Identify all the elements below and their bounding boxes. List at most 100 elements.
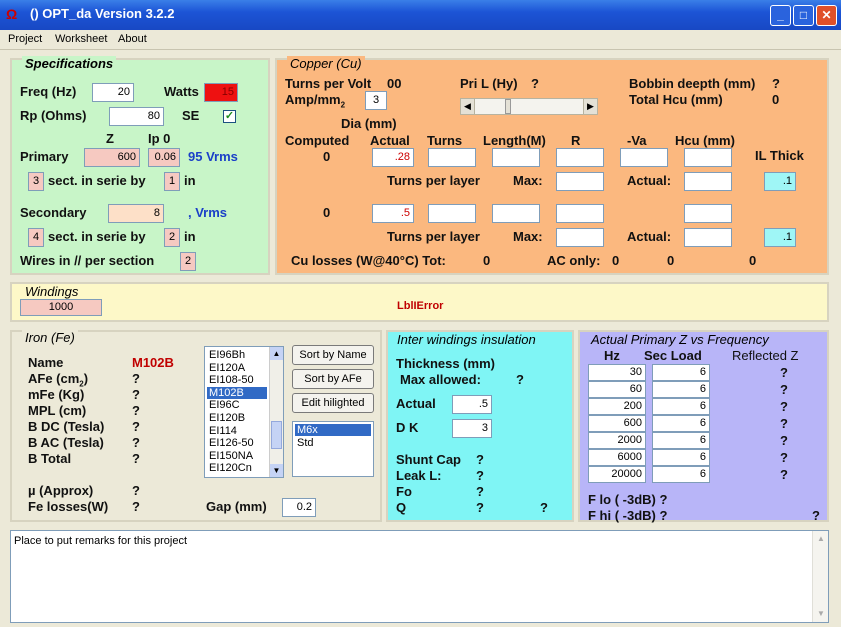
mu-value: ? — [132, 483, 140, 498]
freq-sec-load-input[interactable]: 6 — [652, 364, 710, 381]
gap-input[interactable]: 0.2 — [282, 498, 316, 517]
shunt-cap-value: ? — [476, 452, 484, 467]
row1-va-field — [620, 148, 668, 167]
freq-sec-load-input[interactable]: 6 — [652, 432, 710, 449]
shunt-cap-label: Shunt Cap — [396, 452, 461, 467]
row2-r-field — [556, 204, 604, 223]
core-list-item[interactable]: EI96C — [207, 399, 267, 411]
primary-vrms: 95 Vrms — [188, 149, 238, 164]
wires-input[interactable]: 2 — [180, 252, 196, 271]
primary-sect-text: sect. in serie by — [48, 173, 146, 188]
f-hi-label: F hi ( -3dB) ? — [588, 508, 668, 523]
pri-l-label: Pri L (Hy) — [460, 76, 518, 91]
freq-hz-input[interactable]: 2000 — [588, 432, 646, 449]
core-list-item[interactable]: EI150NA — [207, 450, 267, 462]
scroll-up-arrow[interactable]: ▲ — [270, 347, 283, 360]
freq-hz-input[interactable]: 6000 — [588, 449, 646, 466]
core-list-item[interactable]: EI108-50 — [207, 374, 267, 386]
secondary-z-input[interactable]: 8 — [108, 204, 164, 223]
freq-sec-load-input[interactable]: 6 — [652, 449, 710, 466]
insulation-panel: Inter windings insulation Thickness (mm)… — [386, 330, 574, 522]
primary-in-text: in — [184, 173, 196, 188]
slider-thumb[interactable] — [505, 99, 511, 114]
row2-turns-field — [428, 204, 476, 223]
edit-hilighted-button[interactable]: Edit hilighted — [292, 393, 374, 413]
rp-input[interactable]: 80 — [109, 107, 164, 126]
row2-actual-input[interactable]: .5 — [372, 204, 414, 223]
material-listbox[interactable]: M6x Std — [292, 421, 374, 477]
scroll-thumb[interactable] — [271, 421, 282, 449]
frequency-panel: Actual Primary Z vs Frequency Hz Sec Loa… — [578, 330, 829, 523]
sort-by-afe-button[interactable]: Sort by AFe — [292, 369, 374, 389]
insul-actual-input[interactable]: .5 — [452, 395, 492, 414]
core-listbox[interactable]: EI96Bh EI120A EI108-50 M102B EI96C EI120B EI11… — [204, 346, 284, 478]
minimize-button[interactable]: _ — [770, 5, 791, 26]
freq-sec-load-input[interactable]: 6 — [652, 398, 710, 415]
watts-input[interactable]: 15 — [204, 83, 238, 102]
row2-actual-layer-field — [684, 228, 732, 247]
menu-project[interactable]: Project — [8, 33, 42, 45]
pri-l-slider[interactable]: ◀ ▶ — [460, 98, 598, 115]
remarks-textarea[interactable]: Place to put remarks for this project ▲ … — [10, 530, 829, 623]
dk-input[interactable]: 3 — [452, 419, 492, 438]
scroll-down-arrow[interactable]: ▼ — [270, 464, 283, 477]
freq-hz-input[interactable]: 20000 — [588, 466, 646, 483]
app-icon: Ω — [6, 6, 18, 22]
turns-per-volt-label: Turns per Volt — [285, 76, 372, 91]
slider-right-arrow[interactable]: ▶ — [583, 99, 597, 114]
core-list-item[interactable]: EI96Bh — [207, 349, 267, 361]
core-list-scrollbar[interactable]: ▲ ▼ — [269, 347, 283, 477]
afe-value: ? — [132, 371, 140, 386]
freq-input[interactable]: 20 — [92, 83, 134, 102]
row2-computed: 0 — [323, 205, 331, 220]
row1-il-thick-input[interactable]: .1 — [764, 172, 796, 191]
il-thick-header: IL Thick — [755, 148, 804, 163]
freq-sec-load-input[interactable]: 6 — [652, 381, 710, 398]
remarks-scroll-down[interactable]: ▼ — [814, 607, 828, 621]
z-header: Z — [106, 131, 114, 146]
material-item-std[interactable]: Std — [295, 437, 355, 449]
remarks-scroll-up[interactable]: ▲ — [814, 532, 828, 546]
freq-sec-load-input[interactable]: 6 — [652, 466, 710, 483]
freq-sec-load-input[interactable]: 6 — [652, 415, 710, 432]
max-allowed-value: ? — [516, 372, 524, 387]
freq-reflected-z: ? — [780, 467, 788, 482]
watts-label: Watts — [164, 84, 199, 99]
remarks-text: Place to put remarks for this project — [14, 535, 188, 547]
menu-about[interactable]: About — [118, 33, 147, 45]
q-value: ? — [476, 500, 484, 515]
sort-by-name-button[interactable]: Sort by Name — [292, 345, 374, 365]
secondary-serie-input[interactable]: 2 — [164, 228, 180, 247]
row2-il-thick-input[interactable]: .1 — [764, 228, 796, 247]
freq-hz-input[interactable]: 600 — [588, 415, 646, 432]
core-list-item[interactable]: EI120B — [207, 412, 267, 424]
remarks-scrollbar[interactable]: ▲ ▼ — [812, 531, 828, 622]
menu-worksheet[interactable]: Worksheet — [55, 33, 107, 45]
material-item-m6x[interactable]: M6x — [295, 424, 371, 436]
insulation-title: Inter windings insulation — [394, 332, 539, 347]
core-list-item[interactable]: EI114 — [207, 425, 267, 437]
core-list-item[interactable]: EI120Cn — [207, 462, 267, 474]
btotal-value: ? — [132, 451, 140, 466]
slider-left-arrow[interactable]: ◀ — [461, 99, 475, 114]
core-list-item[interactable]: M102B — [207, 386, 267, 399]
freq-hz-input[interactable]: 30 — [588, 364, 646, 381]
close-button[interactable]: ✕ — [816, 5, 837, 26]
title-bar[interactable]: Ω () OPT_da Version 3.2.2 _ □ ✕ — [0, 0, 841, 30]
freq-hz-input[interactable]: 60 — [588, 381, 646, 398]
turns-per-volt-value: 00 — [387, 76, 402, 91]
amp-mm-input[interactable]: 3 — [365, 91, 387, 110]
se-checkbox[interactable]: ✓ — [223, 110, 236, 123]
freq-hz-input[interactable]: 200 — [588, 398, 646, 415]
row1-actual-input[interactable]: .28 — [372, 148, 414, 167]
row1-turns-field — [428, 148, 476, 167]
primary-ip-field: 0.06 — [148, 148, 180, 167]
core-list-item[interactable]: EI126-50 — [207, 437, 267, 449]
core-list-item[interactable]: EI120A — [207, 362, 267, 374]
secondary-sections-input[interactable]: 4 — [28, 228, 44, 247]
maximize-button[interactable]: □ — [793, 5, 814, 26]
primary-sections-input[interactable]: 3 — [28, 172, 44, 191]
error-label: LblIError — [397, 300, 444, 312]
primary-serie-input[interactable]: 1 — [164, 172, 180, 191]
hz-header: Hz — [604, 348, 620, 363]
